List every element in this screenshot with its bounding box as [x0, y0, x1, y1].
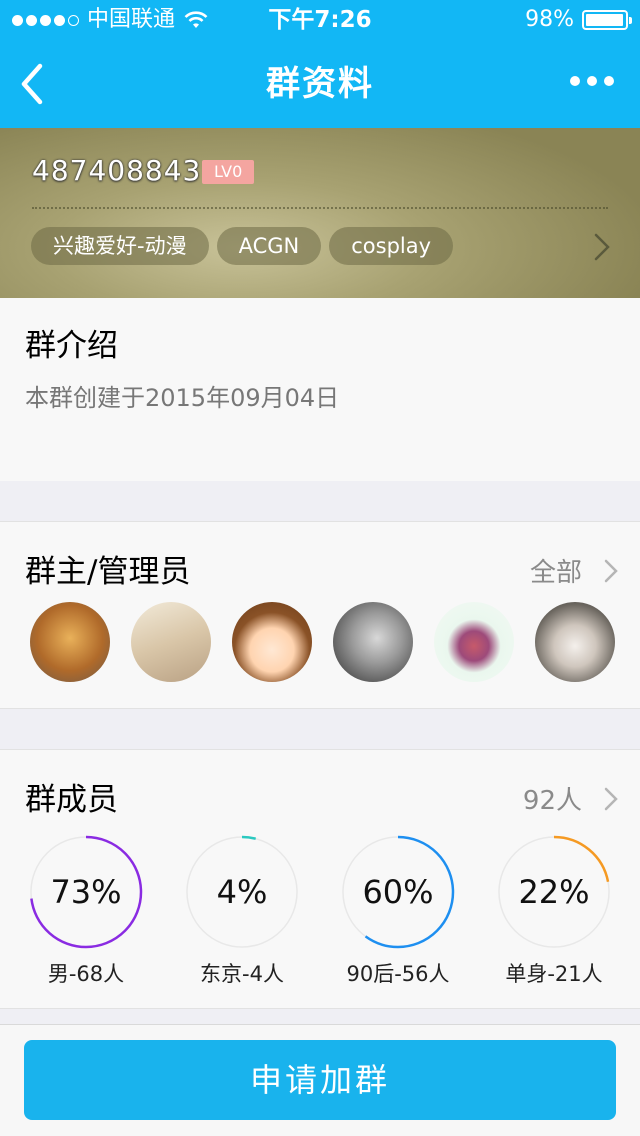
avatar[interactable]: [232, 602, 312, 682]
group-id: 487408843: [32, 154, 202, 187]
stat-label: 90后-56人: [346, 962, 450, 986]
intro-title: 群介绍: [25, 328, 118, 364]
admins-section[interactable]: 群主/管理员 全部: [0, 521, 640, 709]
member-count: 92人: [522, 786, 582, 816]
group-banner: 487408843 LV0 兴趣爱好-动漫 ACGN cosplay: [0, 128, 640, 298]
members-count-link[interactable]: 92人: [523, 780, 618, 817]
stat-percent: 60%: [362, 873, 434, 911]
stat-label: 单身-21人: [505, 962, 603, 986]
tag-acgn[interactable]: ACGN: [216, 227, 322, 265]
level-badge: LV0: [202, 160, 255, 184]
admin-avatars: [30, 602, 615, 682]
stat-percent: 73%: [50, 873, 122, 911]
dotted-divider: [32, 207, 608, 209]
page-title: 群资料: [266, 64, 374, 104]
avatar[interactable]: [131, 602, 211, 682]
admins-title: 群主/管理员: [25, 554, 191, 590]
chevron-right-icon[interactable]: [594, 233, 610, 261]
tag-cosplay[interactable]: cosplay: [329, 227, 454, 265]
avatar[interactable]: [333, 602, 413, 682]
status-bar: 中国联通 下午7:26 98%: [0, 0, 640, 40]
stat-age[interactable]: 60% 90后-56人: [320, 834, 476, 988]
stat-label: 男-68人: [47, 962, 125, 986]
group-tags: 兴趣爱好-动漫 ACGN cosplay: [31, 227, 454, 265]
member-stats: 73% 男-68人 4% 东京-4人 60% 90后-56人 22% 单身-21…: [0, 834, 640, 986]
status-bar-right: 98%: [525, 0, 632, 40]
stat-percent: 4%: [216, 873, 268, 911]
group-intro-section: 群介绍 本群创建于2015年09月04日: [0, 298, 640, 481]
stat-gender[interactable]: 73% 男-68人: [8, 834, 164, 988]
admins-view-all[interactable]: 全部: [530, 552, 618, 589]
chevron-right-icon: [604, 559, 618, 582]
members-section[interactable]: 群成员 92人 73% 男-68人 4% 东京-4人 60% 90后-56人 2…: [0, 749, 640, 1009]
avatar[interactable]: [434, 602, 514, 682]
more-options-icon[interactable]: [570, 76, 614, 86]
members-title: 群成员: [25, 782, 118, 818]
navigation-bar: 群资料: [0, 40, 640, 128]
chevron-right-icon: [604, 787, 618, 810]
stat-percent: 22%: [518, 873, 590, 911]
battery-percent: 98%: [525, 7, 574, 32]
intro-text: 本群创建于2015年09月04日: [25, 384, 340, 412]
tag-anime[interactable]: 兴趣爱好-动漫: [31, 227, 209, 265]
join-group-button[interactable]: 申请加群: [24, 1040, 616, 1120]
avatar[interactable]: [535, 602, 615, 682]
stat-location[interactable]: 4% 东京-4人: [164, 834, 320, 988]
avatar[interactable]: [30, 602, 110, 682]
footer-bar: 申请加群: [0, 1024, 640, 1136]
stat-label: 东京-4人: [200, 962, 284, 986]
battery-icon: [582, 10, 632, 30]
view-all-label: 全部: [529, 558, 582, 588]
stat-relationship[interactable]: 22% 单身-21人: [476, 834, 632, 988]
